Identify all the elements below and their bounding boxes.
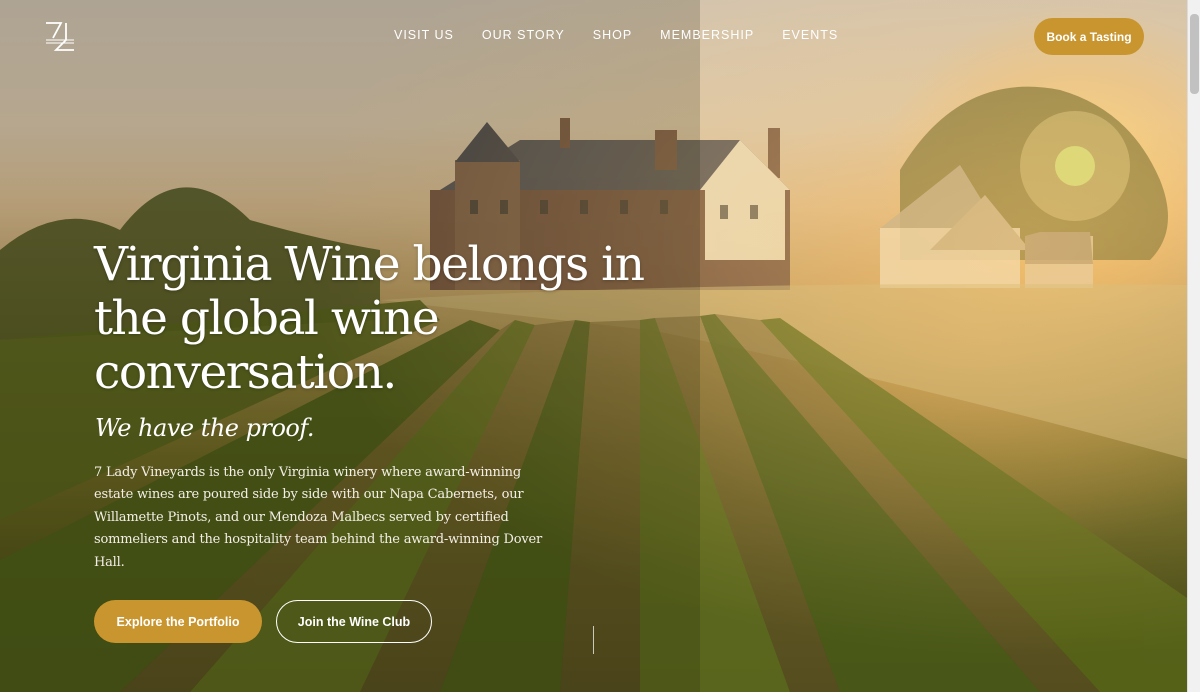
top-navigation: VISIT US OUR STORY SHOP MEMBERSHIP EVENT… [0,0,1187,72]
page-scrollbar[interactable] [1187,0,1200,692]
join-wine-club-button[interactable]: Join the Wine Club [276,600,432,643]
hero-section: VISIT US OUR STORY SHOP MEMBERSHIP EVENT… [0,0,1200,692]
scroll-indicator [593,626,594,654]
nav-our-story[interactable]: OUR STORY [482,28,565,42]
nav-visit-us[interactable]: VISIT US [394,28,454,42]
nav-shop[interactable]: SHOP [593,28,632,42]
nav-events[interactable]: EVENTS [782,28,838,42]
hero-subhead: We have the proof. [95,414,315,442]
book-tasting-button[interactable]: Book a Tasting [1034,18,1144,55]
scrollbar-thumb[interactable] [1190,14,1199,94]
main-nav: VISIT US OUR STORY SHOP MEMBERSHIP EVENT… [394,28,838,42]
nav-membership[interactable]: MEMBERSHIP [660,28,754,42]
explore-portfolio-button[interactable]: Explore the Portfolio [94,600,262,643]
hero-description: 7 Lady Vineyards is the only Virginia wi… [94,465,543,570]
seven-lady-logo-icon[interactable] [44,20,76,53]
hero-headline: Virginia Wine belongs in the global wine… [94,237,645,400]
